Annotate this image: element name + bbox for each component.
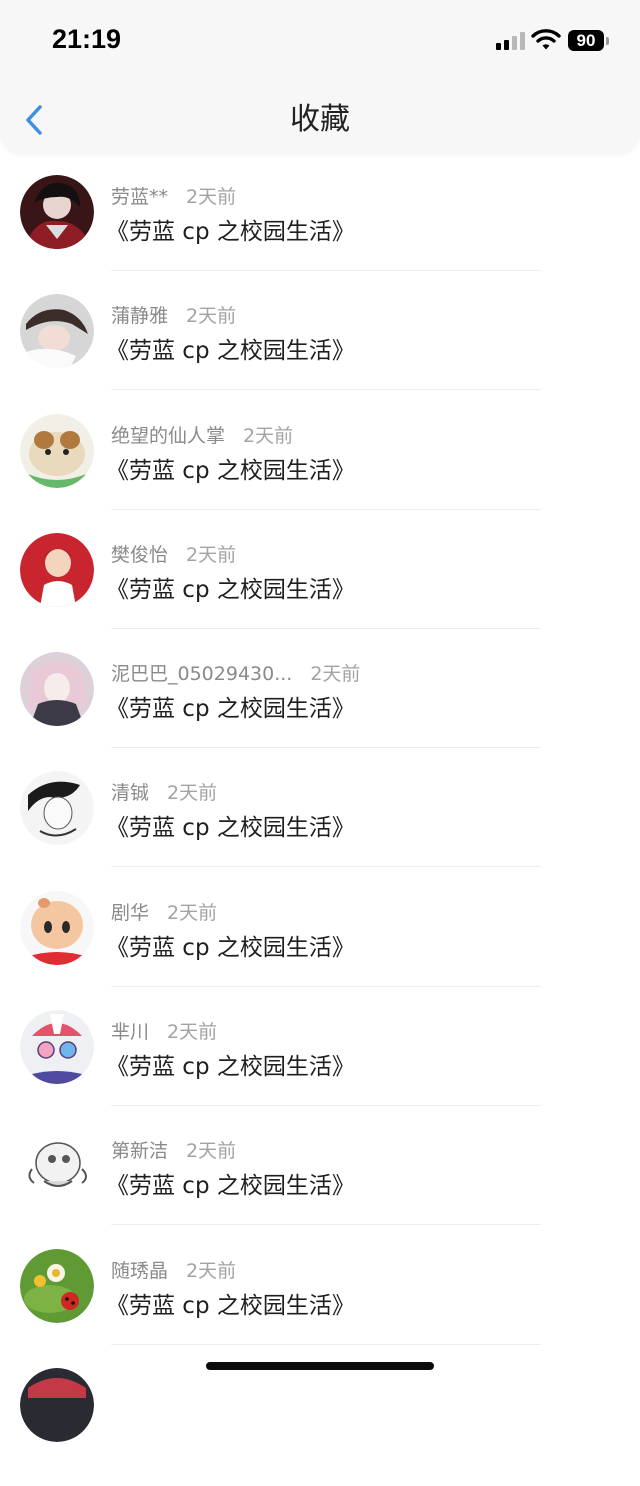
list-item[interactable]: 剧华 2天前 《劳蓝 cp 之校园生活》 <box>0 890 640 1009</box>
item-meta: 芈川 2天前 <box>111 1017 217 1044</box>
item-author[interactable]: 第新洁 <box>111 1140 168 1162</box>
cellular-signal-icon <box>496 32 526 50</box>
item-time: 2天前 <box>167 1021 218 1044</box>
item-author[interactable]: 芈川 <box>111 1021 149 1043</box>
avatar[interactable] <box>20 1010 94 1085</box>
item-title[interactable]: 《劳蓝 cp 之校园生活》 <box>106 1286 355 1320</box>
item-meta: 随琇晶 2天前 <box>111 1256 236 1283</box>
avatar[interactable] <box>20 1129 94 1204</box>
item-time: 2天前 <box>186 1259 237 1282</box>
item-time: 2天前 <box>310 663 361 686</box>
status-bar: 21:19 90 <box>0 0 640 80</box>
item-title[interactable]: 《劳蓝 cp 之校园生活》 <box>106 570 355 604</box>
divider <box>111 866 541 868</box>
item-author[interactable]: 清铖 <box>111 782 149 804</box>
item-title[interactable]: 《劳蓝 cp 之校园生活》 <box>106 689 355 723</box>
list-item[interactable]: 劳蓝** 2天前 《劳蓝 cp 之校园生活》 <box>0 174 640 293</box>
item-meta: 第新洁 2天前 <box>111 1136 236 1163</box>
item-author[interactable]: 泥巴巴_05029430... <box>111 663 292 685</box>
item-time: 2天前 <box>167 901 218 924</box>
item-title[interactable]: 《劳蓝 cp 之校园生活》 <box>106 808 355 842</box>
divider <box>111 1224 541 1226</box>
status-time: 21:19 <box>52 24 122 54</box>
avatar[interactable] <box>20 294 94 369</box>
avatar[interactable] <box>20 771 94 846</box>
nav-bar: 收藏 <box>0 80 640 154</box>
list-item[interactable]: 第新洁 2天前 《劳蓝 cp 之校园生活》 <box>0 1128 640 1247</box>
list-item[interactable]: 清铖 2天前 《劳蓝 cp 之校园生活》 <box>0 770 640 889</box>
item-title[interactable]: 《劳蓝 cp 之校园生活》 <box>106 928 355 962</box>
divider <box>111 1343 541 1345</box>
divider <box>111 1105 541 1107</box>
item-author[interactable]: 樊俊怡 <box>111 544 168 566</box>
item-meta: 清铖 2天前 <box>111 778 217 805</box>
battery-icon: 90 <box>568 30 604 51</box>
list-item[interactable]: 绝望的仙人掌 2天前 《劳蓝 cp 之校园生活》 <box>0 413 640 532</box>
avatar[interactable] <box>20 175 94 249</box>
item-title[interactable]: 《劳蓝 cp 之校园生活》 <box>106 212 355 246</box>
page-title: 收藏 <box>290 102 350 137</box>
list-item[interactable]: 泥巴巴_05029430... 2天前 《劳蓝 cp 之校园生活》 <box>0 651 640 770</box>
divider <box>111 508 541 510</box>
item-author[interactable]: 蒲静雅 <box>111 305 168 327</box>
list-item[interactable]: 芈川 2天前 《劳蓝 cp 之校园生活》 <box>0 1009 640 1128</box>
avatar[interactable] <box>20 532 94 607</box>
divider <box>111 747 541 749</box>
divider <box>111 389 541 391</box>
divider <box>111 985 541 987</box>
item-title[interactable]: 《劳蓝 cp 之校园生活》 <box>106 331 355 365</box>
avatar[interactable] <box>20 413 94 488</box>
list-item[interactable]: 随琇晶 2天前 《劳蓝 cp 之校园生活》 <box>0 1248 640 1367</box>
item-author[interactable]: 绝望的仙人掌 <box>111 425 225 447</box>
item-meta: 劳蓝** 2天前 <box>111 182 236 209</box>
avatar[interactable] <box>20 652 94 727</box>
item-meta: 樊俊怡 2天前 <box>111 540 236 567</box>
item-meta: 剧华 2天前 <box>111 898 217 925</box>
avatar[interactable] <box>20 1367 94 1442</box>
item-meta: 泥巴巴_05029430... 2天前 <box>111 659 360 686</box>
avatar[interactable] <box>20 1248 94 1323</box>
list-item[interactable]: 蒲静雅 2天前 《劳蓝 cp 之校园生活》 <box>0 293 640 412</box>
item-time: 2天前 <box>243 424 294 447</box>
item-author[interactable]: 劳蓝** <box>111 186 168 208</box>
avatar[interactable] <box>20 890 94 965</box>
item-title[interactable]: 《劳蓝 cp 之校园生活》 <box>106 1047 355 1081</box>
item-title[interactable]: 《劳蓝 cp 之校园生活》 <box>106 1166 355 1200</box>
item-time: 2天前 <box>186 1140 237 1163</box>
battery-tip <box>606 37 609 45</box>
favorites-list: 劳蓝** 2天前 《劳蓝 cp 之校园生活》 蒲静雅 2天前 《劳蓝 cp 之校园生… <box>0 174 640 1486</box>
item-meta: 绝望的仙人掌 2天前 <box>111 421 293 448</box>
divider <box>111 270 541 271</box>
item-meta <box>111 1375 129 1397</box>
item-author[interactable]: 剧华 <box>111 902 149 924</box>
item-time: 2天前 <box>186 186 237 208</box>
list-item[interactable]: 樊俊怡 2天前 《劳蓝 cp 之校园生活》 <box>0 532 640 651</box>
home-indicator[interactable] <box>206 1362 434 1370</box>
wifi-icon <box>531 29 561 50</box>
item-author[interactable]: 随琇晶 <box>111 1260 168 1282</box>
item-title[interactable]: 《劳蓝 cp 之校园生活》 <box>106 451 355 485</box>
item-time: 2天前 <box>186 543 237 566</box>
divider <box>111 627 541 629</box>
item-time: 2天前 <box>167 782 218 805</box>
item-time: 2天前 <box>186 305 237 328</box>
item-meta: 蒲静雅 2天前 <box>111 301 236 328</box>
